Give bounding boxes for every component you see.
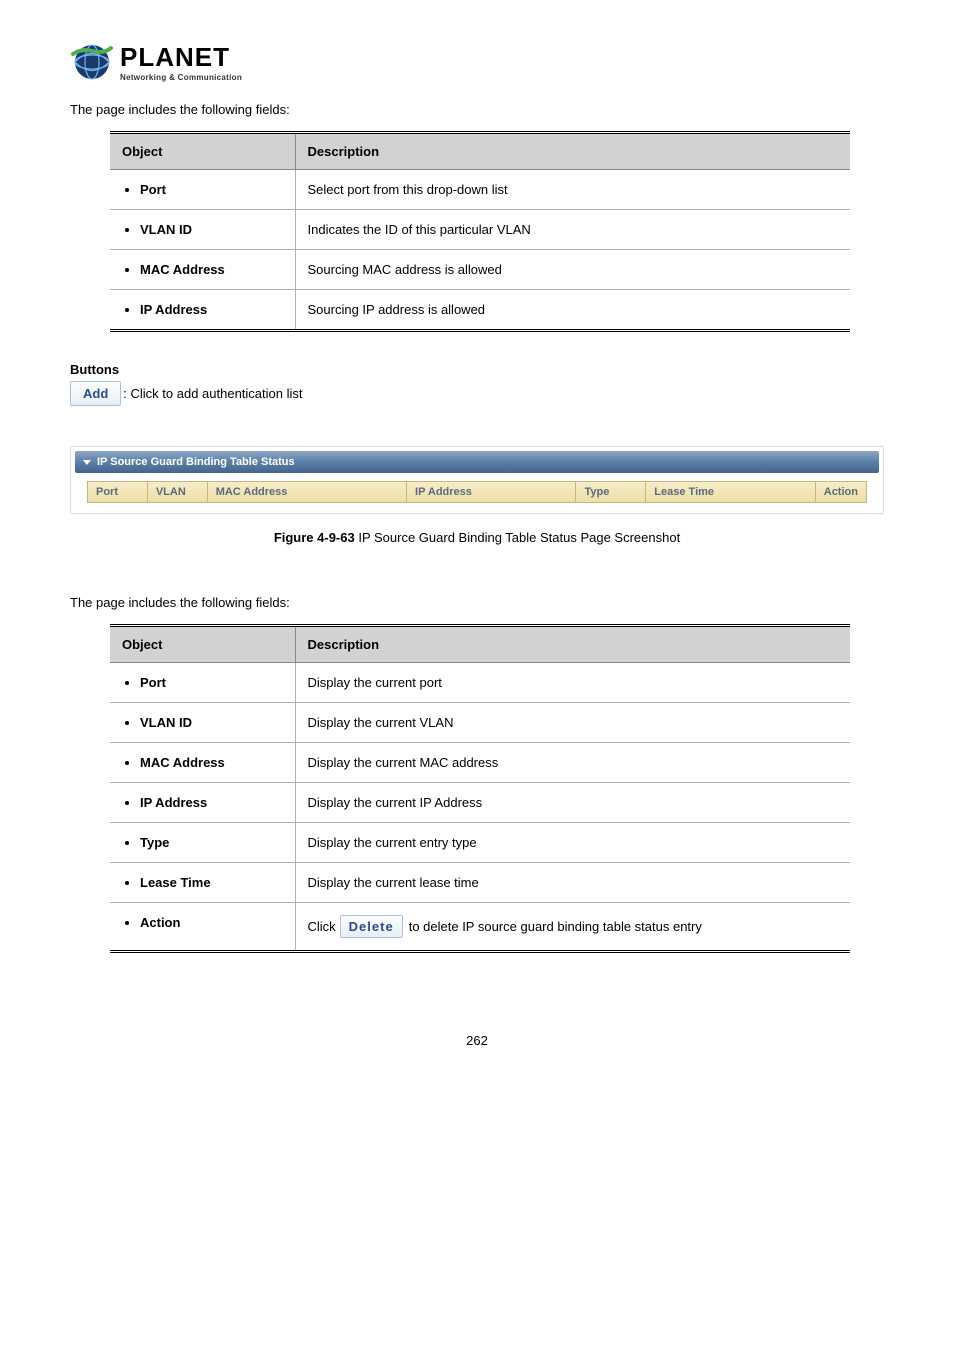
obj-label: Port — [140, 675, 283, 690]
status-panel: IP Source Guard Binding Table Status Por… — [70, 446, 884, 514]
col-type: Type — [575, 481, 645, 503]
logo-tagline: Networking & Communication — [120, 73, 242, 82]
obj-label: VLAN ID — [140, 715, 283, 730]
obj-desc: Display the current IP Address — [295, 783, 850, 823]
table-row: Type Display the current entry type — [110, 823, 850, 863]
delete-button[interactable]: Delete — [340, 915, 403, 938]
status-panel-header[interactable]: IP Source Guard Binding Table Status — [75, 451, 879, 473]
table-row: Action Click Delete to delete IP source … — [110, 903, 850, 952]
obj-label: Action — [140, 915, 283, 930]
col-mac: MAC Address — [207, 481, 406, 503]
obj-label: Type — [140, 835, 283, 850]
obj-desc: Select port from this drop-down list — [295, 170, 850, 210]
figure-caption: Figure 4-9-63 IP Source Guard Binding Ta… — [70, 530, 884, 545]
col-action: Action — [815, 481, 867, 503]
table-row: Port Select port from this drop-down lis… — [110, 170, 850, 210]
obj-label: MAC Address — [140, 262, 283, 277]
obj-desc: Display the current lease time — [295, 863, 850, 903]
table-row: MAC Address Sourcing MAC address is allo… — [110, 250, 850, 290]
obj-desc: Display the current MAC address — [295, 743, 850, 783]
brand-logo: PLANET Networking & Communication — [70, 40, 884, 84]
obj-desc: Display the current VLAN — [295, 703, 850, 743]
table-row: Port Display the current port — [110, 663, 850, 703]
globe-icon — [70, 40, 114, 84]
col-lease: Lease Time — [645, 481, 814, 503]
table-row: IP Address Display the current IP Addres… — [110, 783, 850, 823]
buttons-heading: Buttons — [70, 362, 884, 377]
col-header-description: Description — [295, 133, 850, 170]
obj-label: VLAN ID — [140, 222, 283, 237]
fields-table-1: Object Description Port Select port from… — [110, 131, 850, 332]
obj-label: Port — [140, 182, 283, 197]
intro-text-1: The page includes the following fields: — [70, 102, 884, 117]
col-header-object: Object — [110, 626, 295, 663]
col-header-description: Description — [295, 626, 850, 663]
action-pre-text: Click — [308, 919, 336, 934]
obj-desc: Indicates the ID of this particular VLAN — [295, 210, 850, 250]
add-button[interactable]: Add — [70, 381, 121, 406]
col-ip: IP Address — [406, 481, 575, 503]
logo-name: PLANET — [120, 42, 242, 73]
obj-desc: Display the current entry type — [295, 823, 850, 863]
table-row: MAC Address Display the current MAC addr… — [110, 743, 850, 783]
table-row: IP Address Sourcing IP address is allowe… — [110, 290, 850, 331]
obj-desc: Sourcing IP address is allowed — [295, 290, 850, 331]
obj-label: IP Address — [140, 302, 283, 317]
action-post-text: to delete IP source guard binding table … — [409, 919, 702, 934]
add-button-row: Add : Click to add authentication list — [70, 381, 884, 406]
table-row: VLAN ID Display the current VLAN — [110, 703, 850, 743]
figure-label: Figure 4-9-63 — [274, 530, 355, 545]
chevron-down-icon — [83, 460, 91, 465]
obj-label: MAC Address — [140, 755, 283, 770]
col-port: Port — [87, 481, 147, 503]
obj-label: IP Address — [140, 795, 283, 810]
page-number: 262 — [70, 1033, 884, 1048]
intro-text-2: The page includes the following fields: — [70, 595, 884, 610]
obj-desc: Sourcing MAC address is allowed — [295, 250, 850, 290]
add-button-desc: : Click to add authentication list — [123, 386, 302, 401]
col-header-object: Object — [110, 133, 295, 170]
table-row: Lease Time Display the current lease tim… — [110, 863, 850, 903]
status-columns: Port VLAN MAC Address IP Address Type Le… — [75, 481, 879, 509]
col-vlan: VLAN — [147, 481, 207, 503]
obj-desc: Display the current port — [295, 663, 850, 703]
fields-table-2: Object Description Port Display the curr… — [110, 624, 850, 953]
status-panel-title: IP Source Guard Binding Table Status — [97, 456, 295, 468]
figure-text: IP Source Guard Binding Table Status Pag… — [355, 530, 680, 545]
obj-label: Lease Time — [140, 875, 283, 890]
table-row: VLAN ID Indicates the ID of this particu… — [110, 210, 850, 250]
